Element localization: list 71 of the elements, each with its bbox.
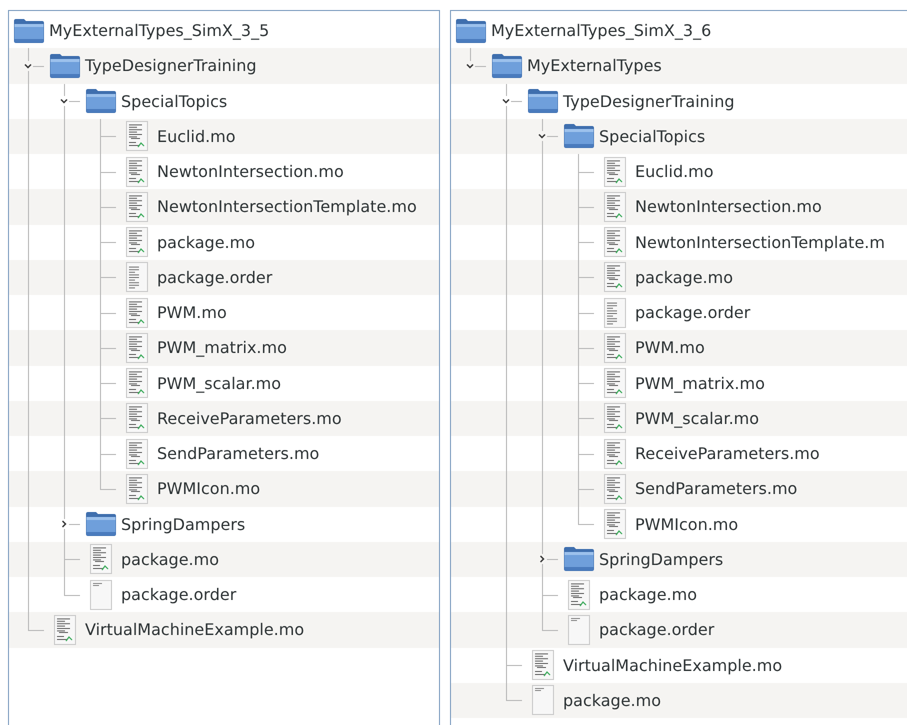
document-icon [604, 368, 626, 398]
file-name[interactable]: NewtonIntersectionTemplate.m [635, 232, 885, 252]
folder-name[interactable]: MyExternalTypes_SimX_3_5 [49, 21, 270, 40]
folder-name[interactable]: SpecialTopics [121, 92, 228, 111]
file-name[interactable]: package.order [599, 620, 714, 640]
document-icon [604, 227, 626, 258]
document-icon [126, 474, 148, 504]
document-icon [126, 227, 148, 258]
folder-icon [491, 52, 523, 79]
file-name[interactable]: package.mo [563, 690, 662, 710]
document-icon [604, 192, 626, 222]
document-icon [54, 614, 76, 645]
document-icon [90, 544, 112, 574]
file-name[interactable]: package.order [635, 303, 750, 322]
file-name[interactable]: package.mo [635, 268, 734, 287]
file-name[interactable]: ReceiveParameters.mo [635, 444, 820, 464]
folder-name[interactable]: SpringDampers [599, 550, 724, 569]
folder-name[interactable]: TypeDesignerTraining [563, 92, 735, 111]
file-name[interactable]: SendParameters.mo [157, 444, 320, 464]
file-name[interactable]: NewtonIntersection.mo [157, 162, 344, 182]
folder-name[interactable]: SpringDampers [121, 514, 246, 534]
document-icon [604, 156, 626, 187]
file-name[interactable]: PWM.mo [635, 338, 705, 358]
folder-name[interactable]: SpecialTopics [599, 126, 706, 146]
document-icon [126, 121, 148, 152]
file-name[interactable]: PWM_scalar.mo [635, 408, 760, 428]
folder-icon [527, 88, 559, 114]
file-name[interactable]: PWM_scalar.mo [157, 374, 282, 393]
file-name[interactable]: PWM_matrix.mo [157, 338, 287, 358]
folder-icon [563, 546, 595, 572]
folder-icon [455, 18, 487, 44]
file-name[interactable]: SendParameters.mo [635, 479, 798, 498]
document-icon [126, 438, 148, 469]
file-name[interactable]: package.mo [599, 585, 698, 604]
file-name[interactable]: PWMIcon.mo [157, 479, 260, 498]
file-name[interactable]: Euclid.mo [157, 126, 236, 146]
document-icon [604, 332, 626, 363]
blank-page-icon [90, 580, 112, 610]
folder-icon [13, 18, 45, 44]
file-name[interactable]: PWM.mo [157, 303, 227, 322]
document-icon [604, 474, 626, 504]
document-icon [532, 650, 554, 680]
document-icon [604, 438, 626, 469]
document-icon [604, 262, 626, 292]
folder-icon [563, 123, 595, 150]
document-icon [604, 298, 626, 328]
file-name[interactable]: Euclid.mo [635, 162, 714, 182]
blank-page-icon [568, 614, 590, 645]
document-icon [126, 298, 148, 328]
document-icon [126, 332, 148, 363]
blank-page-icon [532, 685, 554, 716]
folder-icon [85, 88, 117, 114]
document-icon [604, 403, 626, 434]
file-name[interactable]: package.mo [121, 550, 220, 569]
file-name[interactable]: package.order [121, 585, 236, 604]
document-icon [604, 509, 626, 540]
document-icon [126, 368, 148, 398]
folder-icon [49, 52, 81, 79]
file-name[interactable]: PWM_matrix.mo [635, 374, 765, 393]
file-name[interactable]: VirtualMachineExample.mo [563, 656, 782, 675]
file-name[interactable]: package.order [157, 268, 272, 287]
folder-name[interactable]: MyExternalTypes [527, 56, 662, 76]
document-icon [126, 156, 148, 187]
file-name[interactable]: PWMIcon.mo [635, 514, 738, 534]
document-icon [126, 403, 148, 434]
folder-name[interactable]: MyExternalTypes_SimX_3_6 [491, 21, 712, 40]
file-name[interactable]: package.mo [157, 232, 256, 252]
document-icon [568, 580, 590, 610]
document-icon [126, 262, 148, 292]
document-icon [126, 192, 148, 222]
folder-icon [85, 511, 117, 538]
